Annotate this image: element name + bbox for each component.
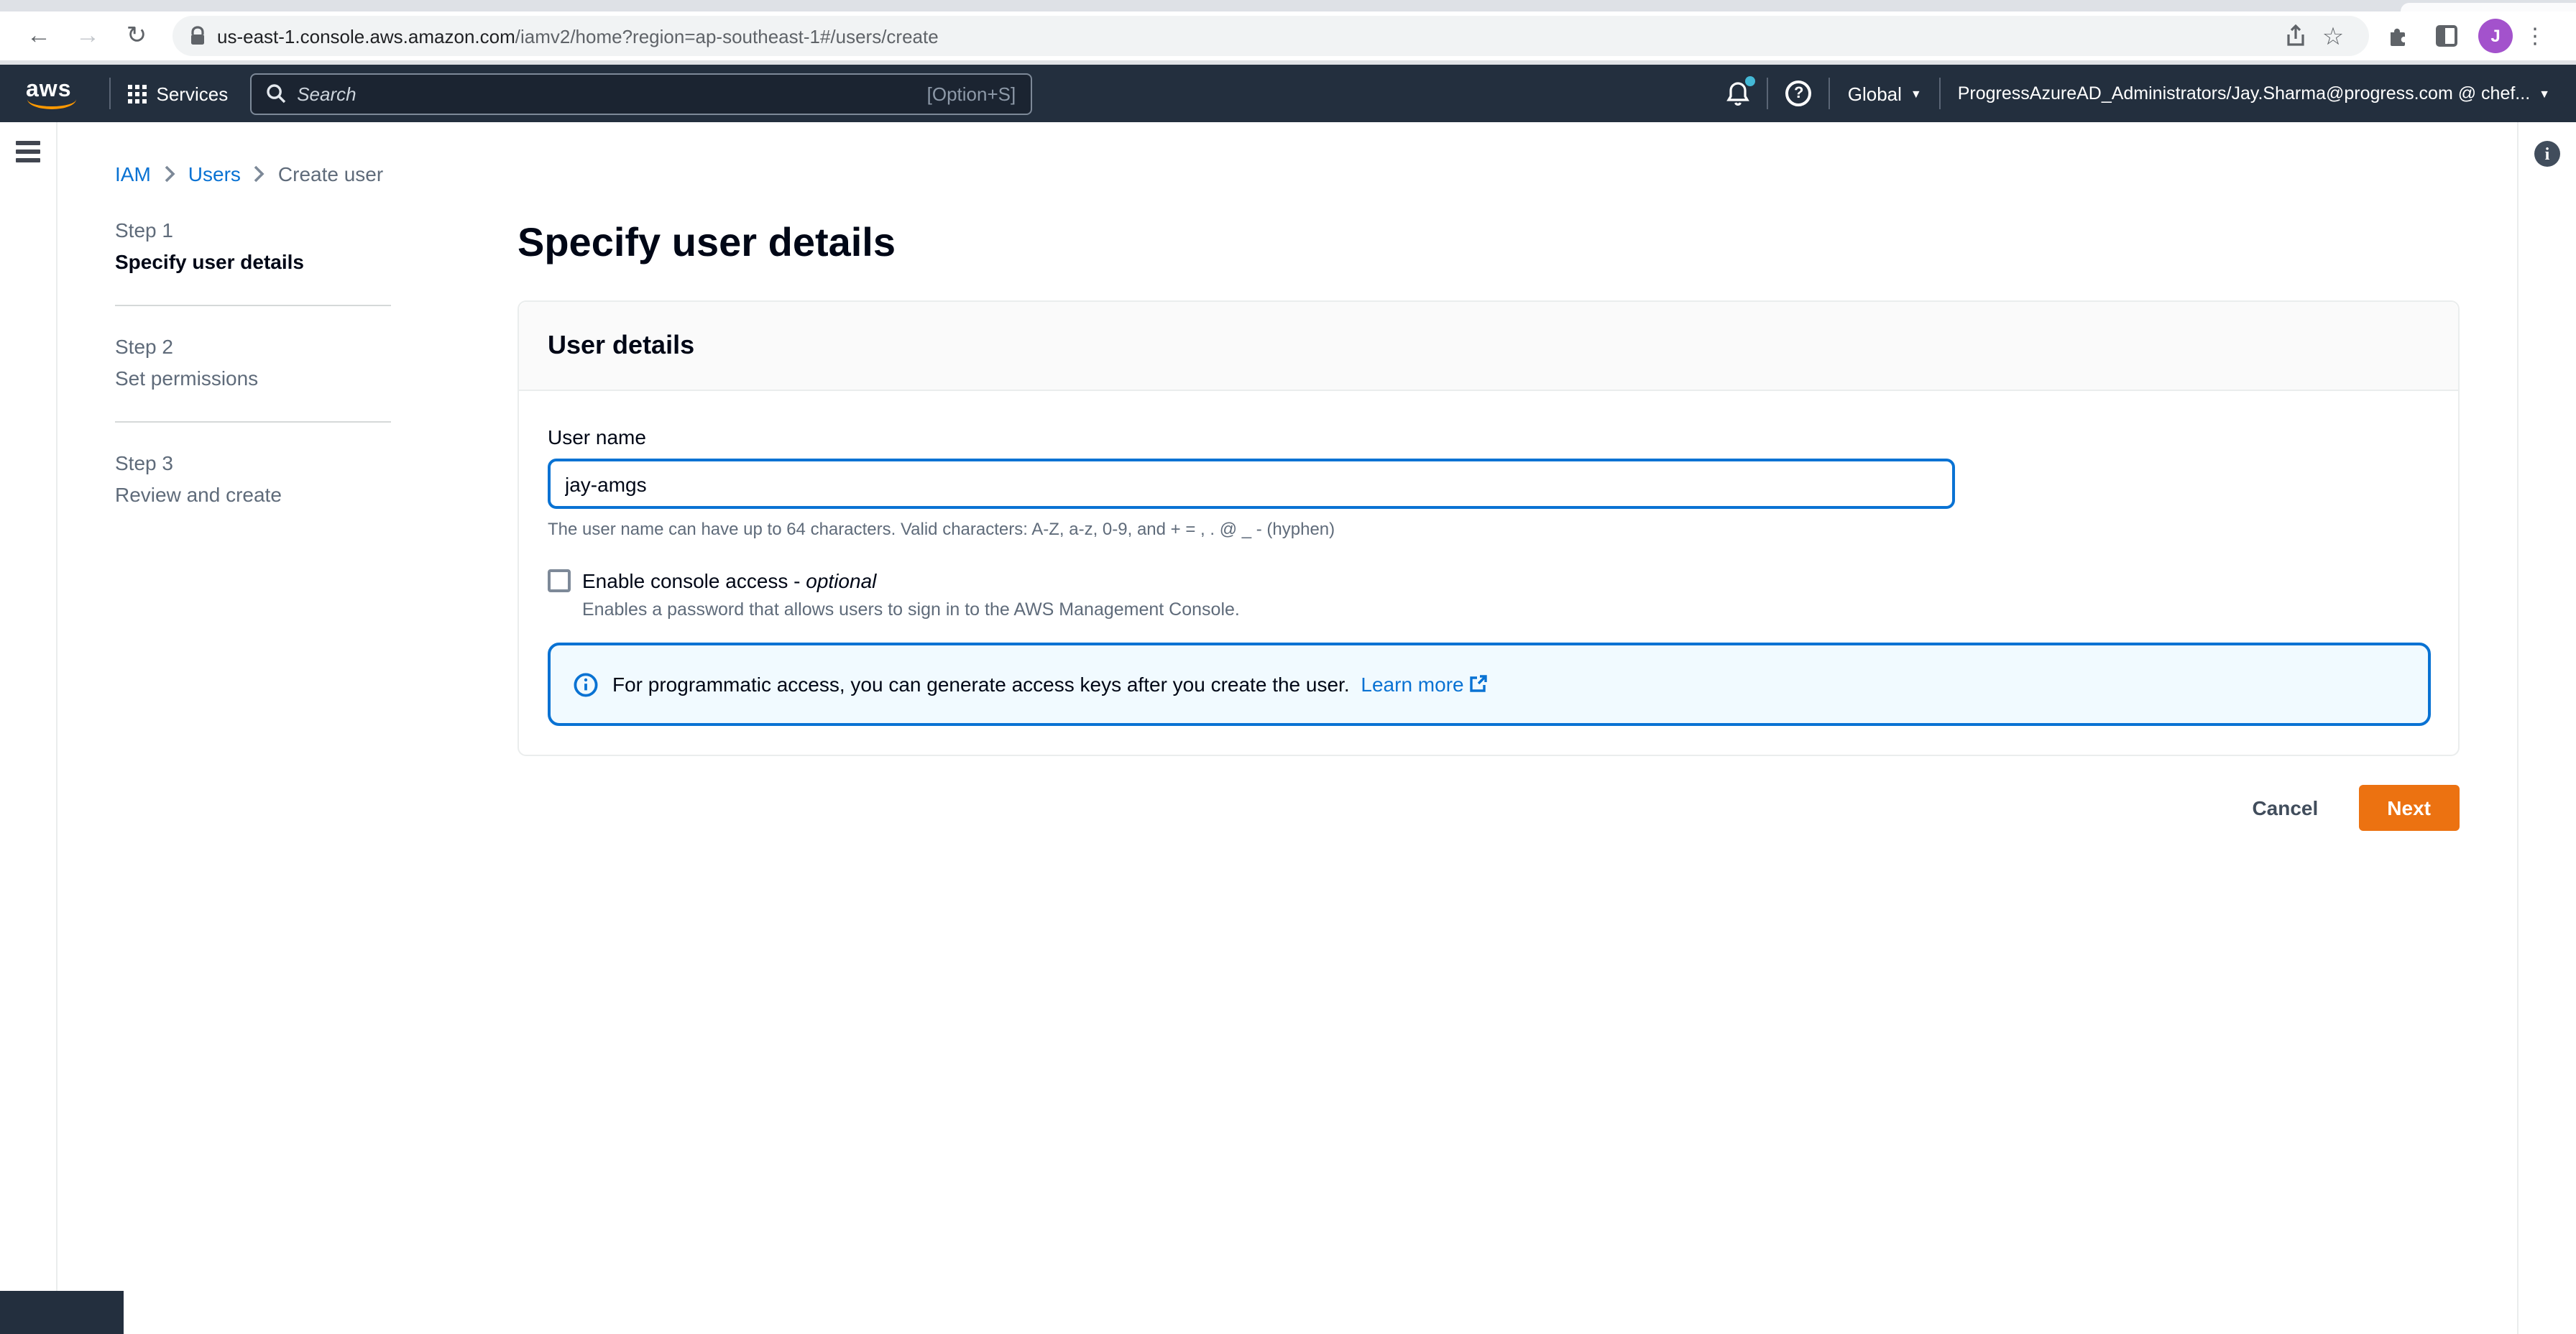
learn-more-link[interactable]: Learn more — [1361, 673, 1463, 696]
step-item-1[interactable]: Step 1 Specify user details — [115, 218, 460, 273]
work-area: IAM Users Create user Step 1 Specify use… — [0, 122, 2576, 1334]
lock-icon — [190, 26, 206, 46]
step-title: Set permissions — [115, 367, 259, 390]
cancel-button[interactable]: Cancel — [2237, 788, 2332, 828]
step-number: Step 1 — [115, 218, 173, 242]
aws-navbar: aws Services Search [Option+S] ? Global — [0, 65, 2576, 122]
forward-button[interactable]: → — [69, 17, 106, 55]
nav-divider — [109, 78, 111, 109]
step-divider — [115, 421, 391, 423]
aws-logo[interactable]: aws — [26, 78, 76, 109]
profile-avatar[interactable]: J — [2478, 19, 2513, 53]
help-icon[interactable]: ? — [1785, 80, 1812, 106]
breadcrumb-current: Create user — [277, 162, 384, 185]
search-placeholder: Search — [297, 83, 356, 104]
chevron-right-icon — [254, 165, 265, 183]
external-link-icon[interactable] — [1470, 674, 1489, 693]
step-divider — [115, 305, 391, 306]
console-access-optional-text: optional — [806, 569, 877, 592]
extensions-puzzle-icon[interactable] — [2378, 16, 2418, 56]
services-label: Services — [156, 83, 229, 104]
username-input[interactable] — [548, 459, 1955, 509]
page-title: Specify user details — [518, 220, 896, 264]
nav-divider — [1767, 78, 1769, 109]
step-item-3[interactable]: Step 3 Review and create — [115, 451, 460, 506]
browser-toolbar: ← → ↻ us-east-1.console.aws.amazon.com/i… — [0, 12, 2576, 60]
screen: ← → ↻ us-east-1.console.aws.amazon.com/i… — [0, 0, 2576, 1334]
share-icon[interactable] — [2277, 17, 2314, 55]
user-details-card: User details User name The user name can… — [518, 300, 2460, 756]
browser-tab[interactable] — [2401, 3, 2576, 12]
nav-divider — [1828, 78, 1831, 109]
region-selector[interactable]: Global ▼ — [1848, 83, 1922, 104]
card-body: User name The user name can have up to 6… — [519, 391, 2458, 755]
left-rail — [0, 122, 58, 1334]
username-constraint: The user name can have up to 64 characte… — [548, 519, 1335, 539]
notification-dot — [1745, 76, 1756, 86]
chevron-down-icon: ▼ — [1910, 87, 1922, 100]
alert-message: For programmatic access, you can generat… — [612, 673, 1350, 696]
back-button[interactable]: ← — [20, 17, 58, 55]
form-column: Specify user details User details User n… — [460, 218, 2517, 831]
console-access-checkbox[interactable] — [548, 569, 571, 592]
aws-logo-smile-icon — [27, 99, 76, 109]
step-item-2[interactable]: Step 2 Set permissions — [115, 335, 460, 390]
services-menu[interactable]: Services — [127, 83, 229, 104]
breadcrumb-link-users[interactable]: Users — [188, 162, 241, 185]
aws-logo-text: aws — [26, 78, 72, 102]
url-domain: us-east-1.console.aws.amazon.com — [217, 25, 515, 47]
region-label: Global — [1847, 83, 1902, 104]
wizard-actions: Cancel Next — [518, 785, 2460, 831]
browser-tab-strip — [0, 0, 2576, 12]
right-rail: i — [2517, 122, 2576, 1334]
breadcrumb: IAM Users Create user — [115, 162, 2517, 185]
console-access-help: Enables a password that allows users to … — [582, 599, 1240, 620]
bookmark-star-icon[interactable]: ☆ — [2314, 17, 2352, 55]
next-button[interactable]: Next — [2358, 785, 2460, 831]
step-title: Specify user details — [115, 250, 305, 273]
breadcrumb-link-iam[interactable]: IAM — [115, 162, 151, 185]
side-panel-icon[interactable] — [2426, 16, 2467, 56]
browser-menu-icon[interactable]: ⋮ — [2524, 23, 2546, 49]
url-text: us-east-1.console.aws.amazon.com/iamv2/h… — [217, 25, 939, 47]
console-access-label: Enable console access - optional — [582, 569, 876, 592]
card-header-title: User details — [519, 302, 2458, 391]
chevron-right-icon — [164, 165, 175, 183]
search-icon — [266, 84, 285, 104]
nav-divider — [1938, 78, 1941, 109]
step-title: Review and create — [115, 483, 282, 506]
account-label: ProgressAzureAD_Administrators/Jay.Sharm… — [1957, 83, 2531, 104]
services-grid-icon — [127, 84, 147, 103]
wizard-steps-nav: Step 1 Specify user details Step 2 Set p… — [115, 218, 460, 831]
search-shortcut: [Option+S] — [926, 83, 1016, 104]
account-menu[interactable]: ProgressAzureAD_Administrators/Jay.Sharm… — [1958, 83, 2550, 104]
chevron-down-icon: ▼ — [2539, 87, 2550, 100]
reload-button[interactable]: ↻ — [118, 17, 155, 55]
console-search-input[interactable]: Search [Option+S] — [249, 73, 1032, 114]
main-content: IAM Users Create user Step 1 Specify use… — [58, 122, 2517, 1334]
username-label: User name — [548, 426, 646, 448]
alert-text: For programmatic access, you can generat… — [612, 673, 1489, 696]
console-footer-fragment — [0, 1291, 124, 1334]
help-panel-info-icon[interactable]: i — [2534, 141, 2560, 167]
address-bar[interactable]: us-east-1.console.aws.amazon.com/iamv2/h… — [172, 16, 2369, 56]
step-number: Step 3 — [115, 451, 173, 474]
console-access-label-text: Enable console access - — [582, 569, 806, 592]
step-number: Step 2 — [115, 335, 173, 358]
sidebar-toggle-hamburger-icon[interactable] — [16, 141, 40, 162]
info-alert: For programmatic access, you can generat… — [548, 643, 2431, 726]
notifications-button[interactable] — [1726, 76, 1756, 106]
info-icon — [574, 672, 598, 696]
url-path: /iamv2/home?region=ap-southeast-1#/users… — [515, 25, 939, 47]
